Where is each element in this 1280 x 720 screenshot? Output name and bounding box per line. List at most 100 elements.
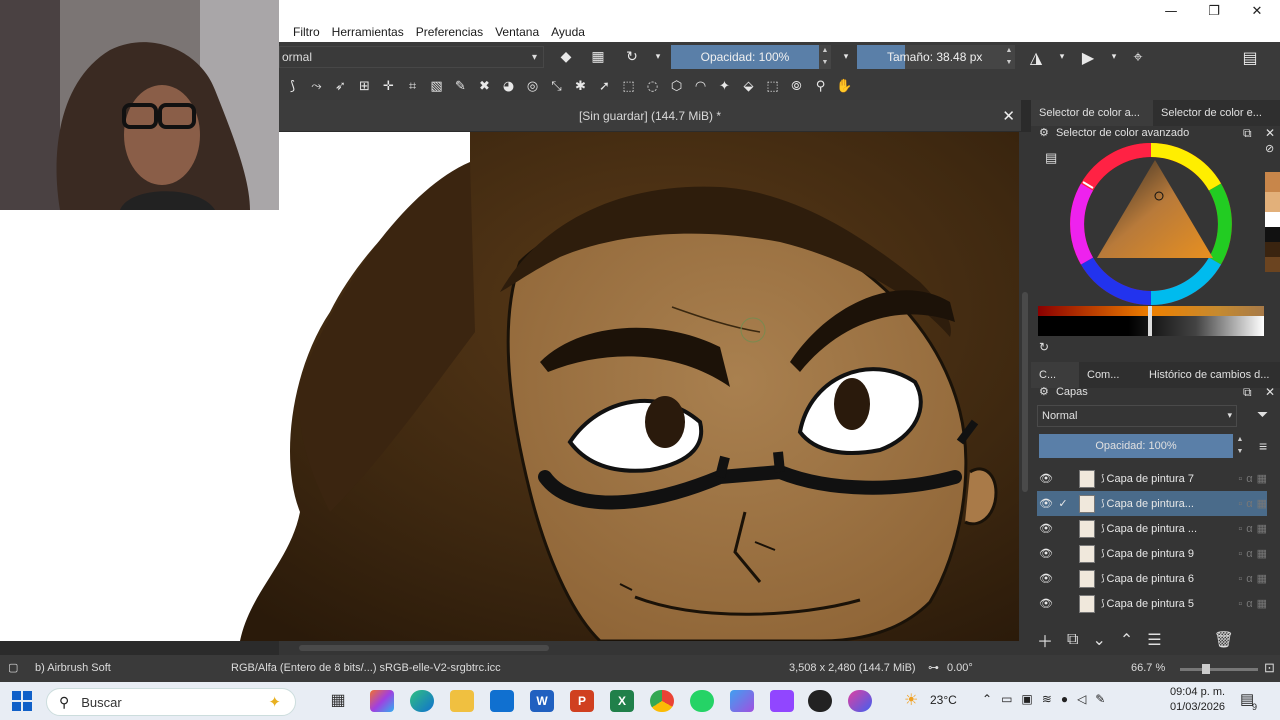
- bezier-tool-icon[interactable]: ⟆: [281, 75, 304, 97]
- inherit-alpha-icon[interactable]: ▦: [1257, 547, 1267, 560]
- blend-mode-select[interactable]: ormal ▾: [279, 46, 544, 68]
- bezier-select-icon[interactable]: ⬚: [761, 75, 784, 97]
- chevron-down-icon[interactable]: ▾: [835, 46, 857, 68]
- tab-com[interactable]: Com...: [1079, 362, 1141, 388]
- menu-ayuda[interactable]: Ayuda: [545, 25, 591, 39]
- layer-name[interactable]: Capa de pintura 6: [1107, 573, 1235, 585]
- document-tab[interactable]: [Sin guardar] (144.7 MiB) * ✕: [279, 100, 1021, 132]
- excel-icon[interactable]: X: [610, 690, 634, 712]
- zoom-slider-handle[interactable]: [1202, 664, 1210, 674]
- alpha-icon[interactable]: α: [1246, 498, 1252, 510]
- pen-icon[interactable]: ✎: [1095, 692, 1105, 706]
- lock-icon[interactable]: ▫: [1238, 598, 1242, 610]
- clock-date[interactable]: 01/03/2026: [1170, 701, 1225, 713]
- lock-icon[interactable]: ▫: [1238, 498, 1242, 510]
- rotation-value[interactable]: 0.00°: [947, 662, 973, 674]
- minimize-icon[interactable]: —: [1148, 0, 1194, 22]
- eye-icon[interactable]: 👁: [1037, 547, 1055, 560]
- lock-icon[interactable]: ▫: [1238, 548, 1242, 560]
- obs-icon[interactable]: [808, 690, 832, 712]
- layer-row[interactable]: 👁 ⟆ Capa de pintura 6 ▫ α ▦: [1037, 566, 1267, 591]
- chrome-icon[interactable]: [650, 690, 674, 712]
- refresh-icon[interactable]: ↻: [1039, 340, 1049, 354]
- tab-color-selector-specific[interactable]: Selector de color e...: [1153, 100, 1280, 126]
- file-explorer-icon[interactable]: [450, 690, 474, 712]
- layer-name[interactable]: Capa de pintura...: [1107, 498, 1235, 510]
- scrollbar-thumb[interactable]: [299, 645, 549, 651]
- layer-row[interactable]: 👁 ⟆ Capa de pintura 7 ▫ α ▦: [1037, 466, 1267, 491]
- reference-tool-icon[interactable]: ✱: [569, 75, 592, 97]
- reload-preset-icon[interactable]: ↻: [621, 46, 643, 68]
- size-slider[interactable]: Tamaño: 38.48 px: [857, 45, 1003, 69]
- twitch-icon[interactable]: [770, 690, 794, 712]
- docker-toggle-icon[interactable]: ▤: [1239, 46, 1261, 68]
- color-wheel[interactable]: [1069, 142, 1233, 306]
- alpha-icon[interactable]: α: [1246, 523, 1252, 535]
- inherit-alpha-icon[interactable]: ▦: [1257, 522, 1267, 535]
- layer-blend-select[interactable]: Normal ▾: [1037, 405, 1237, 427]
- smart-patch-icon[interactable]: ✖: [473, 75, 496, 97]
- windows-start-icon[interactable]: [12, 691, 32, 711]
- alpha-icon[interactable]: α: [1246, 548, 1252, 560]
- layer-name[interactable]: Capa de pintura 9: [1107, 548, 1235, 560]
- chevron-down-icon[interactable]: ▾: [1051, 46, 1073, 68]
- menu-filtro[interactable]: Filtro: [287, 25, 326, 39]
- layer-row[interactable]: 👁 ⟆ Capa de pintura 5 ▫ α ▦: [1037, 591, 1267, 616]
- layer-properties-icon[interactable]: ☰: [1147, 630, 1161, 650]
- chevron-down-icon[interactable]: ▾: [647, 46, 669, 68]
- duplicate-layer-icon[interactable]: ⧉: [1067, 631, 1078, 649]
- gradient-marker[interactable]: [1148, 306, 1152, 336]
- weather-icon[interactable]: ☀: [904, 690, 918, 710]
- canvas-vertical-scrollbar[interactable]: [1019, 132, 1031, 641]
- restore-icon[interactable]: ❐: [1191, 0, 1237, 22]
- similar-select-icon[interactable]: ⬙: [737, 75, 760, 97]
- word-icon[interactable]: W: [530, 690, 554, 712]
- scrollbar-thumb[interactable]: [1022, 292, 1028, 492]
- ellipse-select-icon[interactable]: ◌: [641, 75, 664, 97]
- freehand-path-icon[interactable]: ⤳: [305, 75, 328, 97]
- eye-icon[interactable]: 👁: [1037, 597, 1055, 610]
- layers-menu-icon[interactable]: ≡: [1259, 438, 1267, 454]
- resize-icon[interactable]: ⊡: [1264, 660, 1275, 676]
- pin-tool-icon[interactable]: ➚: [593, 75, 616, 97]
- layer-name[interactable]: Capa de pintura ...: [1107, 523, 1235, 535]
- layer-name[interactable]: Capa de pintura 5: [1107, 598, 1235, 610]
- alpha-lock-icon[interactable]: ▦: [587, 46, 609, 68]
- inherit-alpha-icon[interactable]: ▦: [1257, 497, 1267, 510]
- filter-icon[interactable]: ⏷: [1257, 406, 1268, 423]
- measure-tool-icon[interactable]: ⤡: [545, 75, 568, 97]
- microphone-icon[interactable]: ●: [1061, 692, 1068, 706]
- display-icon[interactable]: ▣: [1021, 692, 1032, 706]
- pan-tool-icon[interactable]: ✋: [833, 75, 856, 97]
- layer-row[interactable]: 👁 ⟆ Capa de pintura ... ▫ α ▦: [1037, 516, 1267, 541]
- m365-icon[interactable]: [730, 690, 754, 712]
- opacity-slider[interactable]: Opacidad: 100%: [671, 45, 819, 69]
- inherit-alpha-icon[interactable]: ▦: [1257, 472, 1267, 485]
- move-layer-down-icon[interactable]: ⌄: [1092, 630, 1105, 650]
- chevron-up-icon[interactable]: ⌃: [982, 692, 992, 706]
- copilot-icon[interactable]: [370, 690, 394, 712]
- whatsapp-icon[interactable]: [690, 690, 714, 712]
- color-picker-icon[interactable]: ✎: [449, 75, 472, 97]
- recent-colors-strip[interactable]: [1265, 172, 1280, 272]
- contiguous-select-icon[interactable]: ✦: [713, 75, 736, 97]
- wrap-around-icon[interactable]: ⌖: [1127, 46, 1149, 68]
- move-tool-icon[interactable]: ⊞: [353, 75, 376, 97]
- tab-undo-history[interactable]: Histórico de cambios d...: [1141, 362, 1280, 388]
- alpha-icon[interactable]: α: [1246, 598, 1252, 610]
- mirror-vertical-icon[interactable]: ▶: [1077, 46, 1099, 68]
- layer-row[interactable]: 👁 ⟆ Capa de pintura 9 ▫ α ▦: [1037, 541, 1267, 566]
- opacity-spinner[interactable]: ▲ ▼: [819, 45, 831, 69]
- layer-opacity-slider[interactable]: Opacidad: 100%: [1039, 434, 1233, 458]
- float-docker-icon[interactable]: ⧉: [1243, 126, 1252, 141]
- color-history-bar[interactable]: [1038, 306, 1264, 336]
- size-spinner[interactable]: ▲ ▼: [1003, 45, 1015, 69]
- close-docker-icon[interactable]: ✕: [1265, 385, 1275, 399]
- lock-icon[interactable]: ▫: [1238, 523, 1242, 535]
- eye-icon[interactable]: 👁: [1037, 522, 1055, 535]
- eye-icon[interactable]: 👁: [1037, 572, 1055, 585]
- outlook-icon[interactable]: [490, 690, 514, 712]
- eraser-icon[interactable]: ◆: [555, 46, 577, 68]
- tab-color-selector-advanced[interactable]: Selector de color a...: [1031, 100, 1153, 126]
- zoom-tool-icon[interactable]: ⚲: [809, 75, 832, 97]
